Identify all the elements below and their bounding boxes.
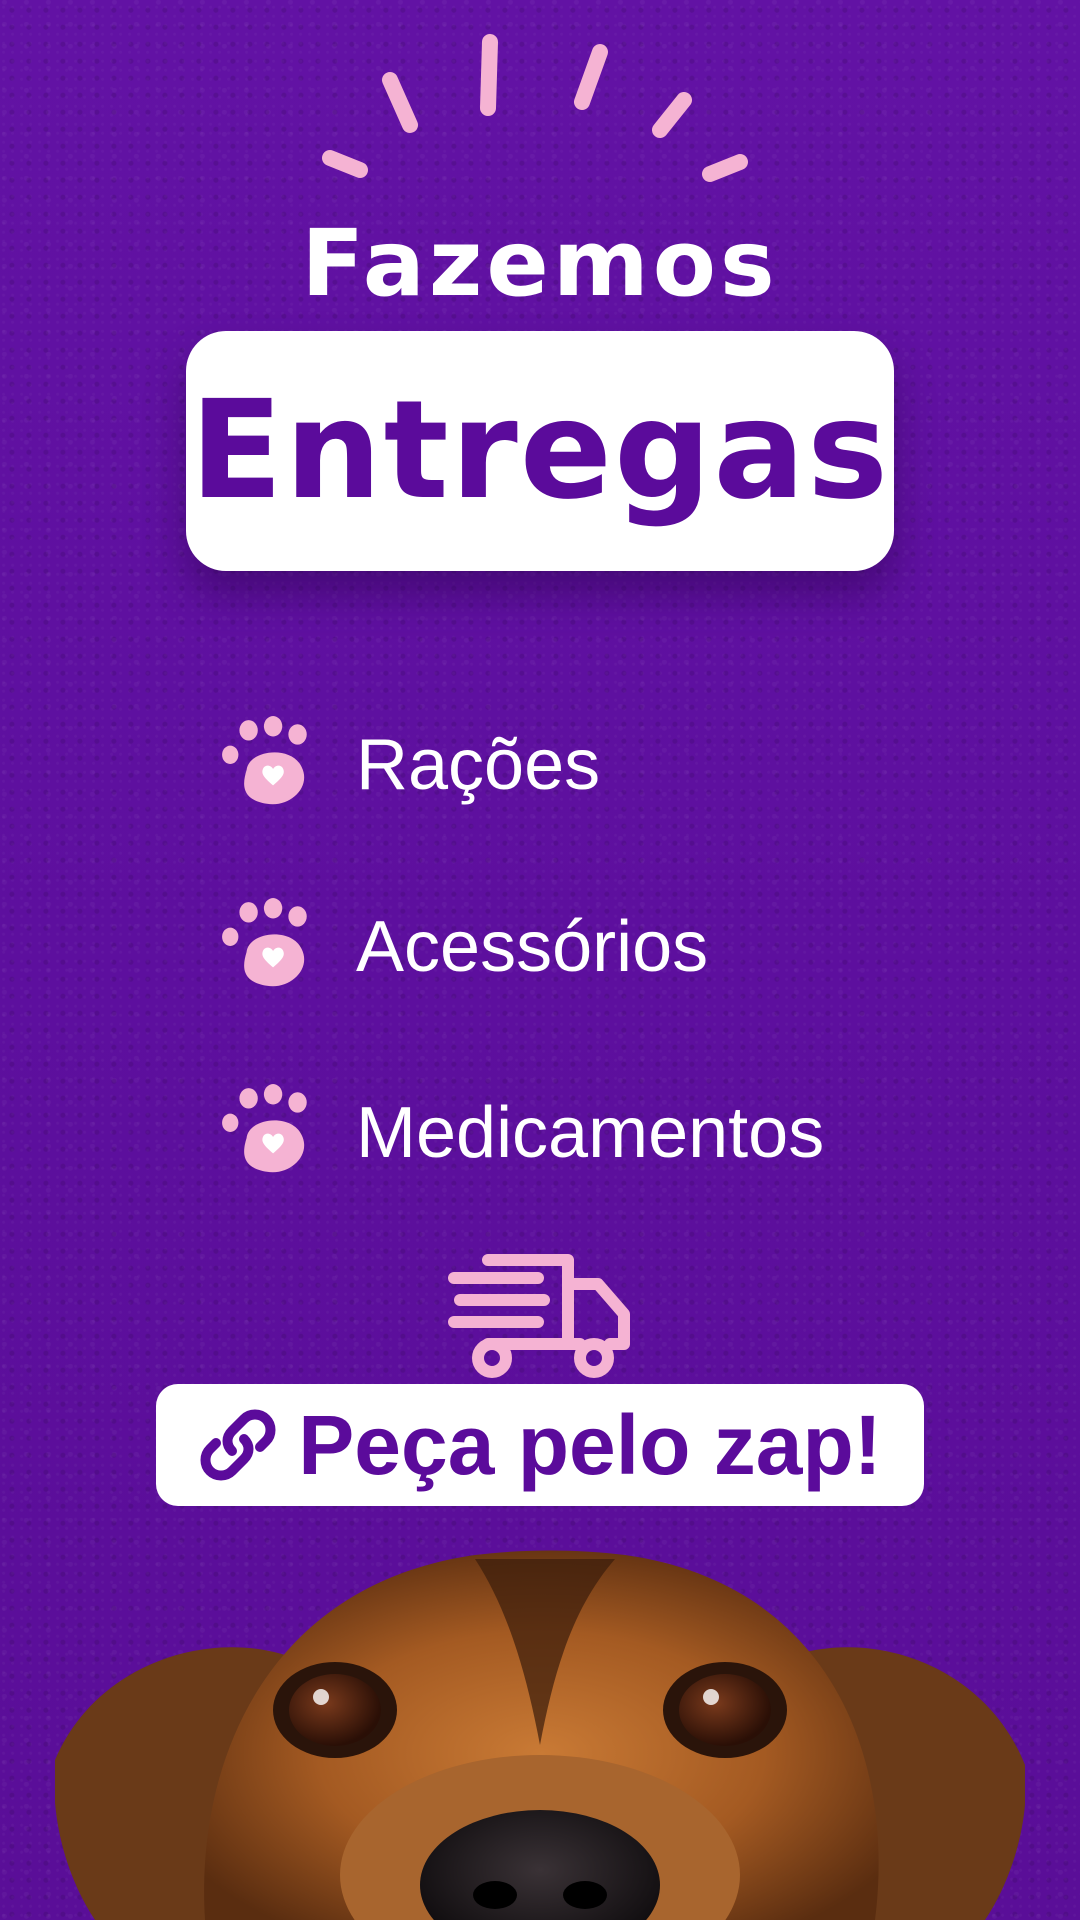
service-label: Rações: [356, 725, 601, 805]
paw-heart-icon: [222, 1084, 307, 1173]
sparkle-rays-icon: [322, 34, 748, 182]
paw-heart-icon: [222, 898, 307, 987]
paw-heart-icon: [222, 716, 307, 805]
delivery-truck-icon: [448, 1254, 630, 1378]
heading-entregas: Entregas: [189, 372, 891, 530]
heading-card: Entregas: [186, 331, 894, 571]
order-whatsapp-button[interactable]: Peça pelo zap!: [156, 1384, 924, 1506]
service-label: Medicamentos: [356, 1093, 825, 1173]
service-item-medicamentos: Medicamentos: [218, 1078, 824, 1188]
heading-fazemos: Fazemos: [301, 210, 779, 317]
link-icon: [200, 1409, 276, 1481]
service-label: Acessórios: [356, 907, 709, 987]
dog-face-image: [55, 1550, 1025, 1920]
service-item-racoes: Rações: [218, 710, 600, 820]
service-item-acessorios: Acessórios: [218, 892, 708, 1002]
order-whatsapp-label: Peça pelo zap!: [298, 1398, 882, 1492]
